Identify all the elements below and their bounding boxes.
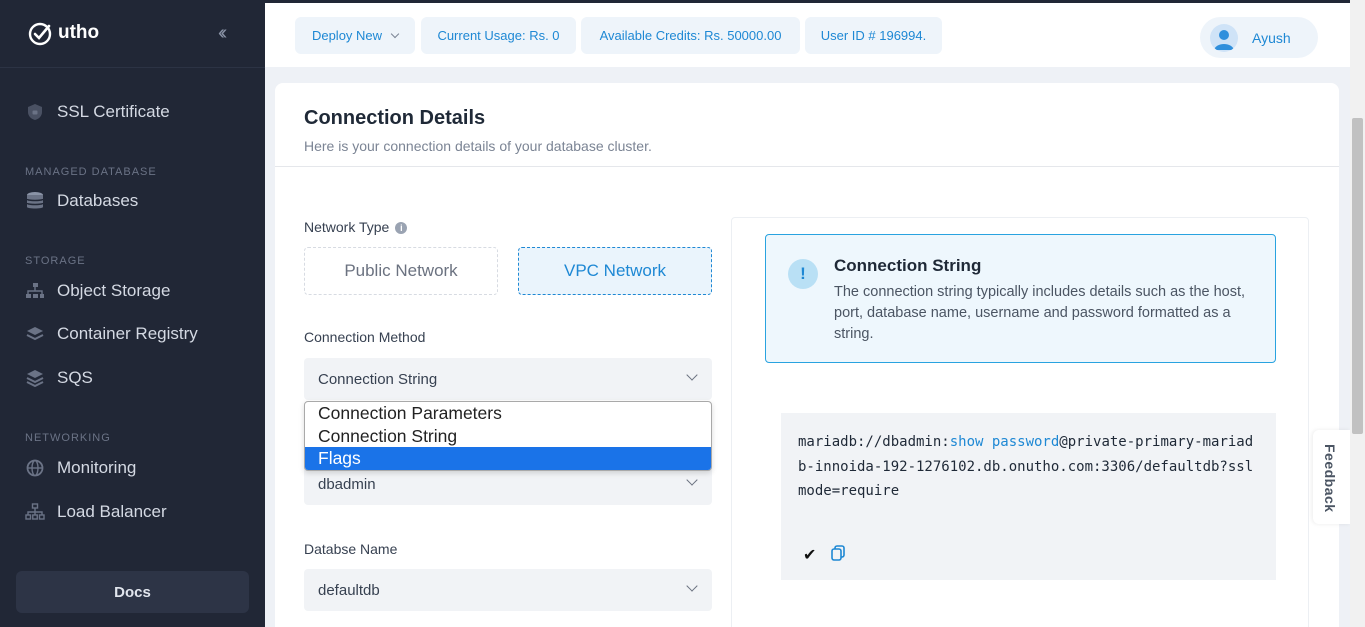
dropdown-option-flags[interactable]: Flags	[305, 447, 711, 470]
username-value: dbadmin	[318, 475, 376, 493]
available-credits-badge[interactable]: Available Credits: Rs. 50000.00	[581, 17, 800, 54]
layers-icon	[25, 324, 45, 344]
database-name-label: Databse Name	[304, 541, 398, 557]
copy-icon[interactable]	[831, 545, 845, 561]
connection-method-label: Connection Method	[304, 329, 426, 345]
brand-name: utho	[58, 22, 100, 43]
info-icon[interactable]: i	[395, 222, 408, 234]
connection-method-dropdown: Connection Parameters Connection String …	[304, 401, 712, 471]
sidebar-item-label: SSL Certificate	[57, 102, 170, 121]
globe-icon	[25, 458, 45, 478]
scrollbar-thumb[interactable]	[1352, 118, 1363, 434]
connection-string-text[interactable]: mariadb://dbadmin:show password@private-…	[798, 430, 1258, 504]
sidebar-item-label: Object Storage	[57, 281, 171, 300]
feedback-label: Feedback	[1322, 444, 1338, 513]
sidebar-item-object-storage[interactable]: Object Storage	[25, 281, 170, 301]
sidebar-item-sqs[interactable]: SQS	[25, 368, 93, 388]
brand-logo[interactable]: utho	[28, 20, 99, 46]
current-usage-badge[interactable]: Current Usage: Rs. 0	[421, 17, 576, 54]
show-password-link[interactable]: show password	[950, 434, 1060, 450]
section-label-managed-database: MANAGED DATABASE	[25, 166, 157, 178]
dropdown-option-connection-parameters[interactable]: Connection Parameters	[305, 402, 711, 425]
sidebar-item-container-registry[interactable]: Container Registry	[25, 324, 198, 344]
database-name-select[interactable]: defaultdb	[304, 569, 712, 611]
check-icon: ✔	[803, 547, 817, 564]
sidebar-item-label: SQS	[57, 368, 93, 387]
page-title: Connection Details	[304, 107, 486, 129]
collapse-sidebar-icon[interactable]: ‹‹	[218, 22, 228, 45]
top-bar: Deploy New Current Usage: Rs. 0 Availabl…	[265, 0, 1350, 67]
connection-string-info-box: ! Connection String The connection strin…	[765, 234, 1276, 363]
sidebar-item-label: Load Balancer	[57, 502, 167, 521]
database-icon	[25, 191, 45, 211]
utho-logo-icon	[28, 22, 52, 46]
shield-icon	[25, 102, 45, 122]
connection-details-card: Connection Details Here is your connecti…	[275, 83, 1339, 627]
object-storage-icon	[25, 281, 45, 301]
chevron-down-icon	[686, 369, 698, 381]
avatar	[1210, 23, 1238, 52]
user-id-badge[interactable]: User ID # 196994.	[805, 17, 942, 54]
sidebar-item-label: Databases	[57, 191, 139, 210]
sidebar-item-monitoring[interactable]: Monitoring	[25, 458, 136, 478]
deploy-new-button[interactable]: Deploy New	[295, 17, 415, 54]
sidebar-item-ssl-certificate[interactable]: SSL Certificate	[25, 102, 170, 122]
docs-button[interactable]: Docs	[16, 571, 249, 613]
dropdown-option-connection-string[interactable]: Connection String	[305, 425, 711, 448]
sidebar-item-label: Monitoring	[57, 458, 137, 477]
connection-method-value: Connection String	[318, 370, 438, 388]
divider	[0, 67, 265, 68]
page-subtitle: Here is your connection details of your …	[304, 138, 652, 154]
network-icon	[25, 502, 45, 522]
section-label-storage: STORAGE	[25, 255, 86, 267]
sidebar: utho ‹‹ SSL Certificate MANAGED DATABASE…	[0, 0, 265, 627]
network-type-label: Network Type i	[304, 219, 408, 235]
chevron-down-icon	[686, 580, 698, 592]
database-name-value: defaultdb	[318, 581, 380, 599]
deploy-new-label: Deploy New	[311, 28, 383, 43]
divider	[275, 166, 1339, 167]
vpc-network-button[interactable]: VPC Network	[518, 247, 712, 295]
sidebar-item-databases[interactable]: Databases	[25, 191, 138, 211]
network-type-text: Network Type	[304, 219, 390, 235]
chevron-down-icon	[390, 29, 400, 38]
user-menu[interactable]: Ayush	[1200, 17, 1318, 58]
stack-icon	[25, 368, 45, 388]
connection-method-select[interactable]: Connection String	[304, 358, 712, 400]
sidebar-item-label: Container Registry	[57, 324, 198, 343]
info-title: Connection String	[834, 256, 982, 275]
feedback-tab[interactable]: Feedback	[1313, 430, 1350, 524]
user-name: Ayush	[1252, 29, 1291, 46]
section-label-networking: NETWORKING	[25, 432, 111, 444]
info-description: The connection string typically includes…	[834, 284, 1246, 342]
sidebar-item-load-balancer[interactable]: Load Balancer	[25, 502, 167, 522]
public-network-button[interactable]: Public Network	[304, 247, 498, 295]
connection-string-code-box: mariadb://dbadmin:show password@private-…	[781, 413, 1276, 580]
chevron-down-icon	[686, 474, 698, 486]
exclamation-icon: !	[788, 259, 818, 289]
connection-string-prefix: mariadb://dbadmin:	[798, 434, 950, 450]
